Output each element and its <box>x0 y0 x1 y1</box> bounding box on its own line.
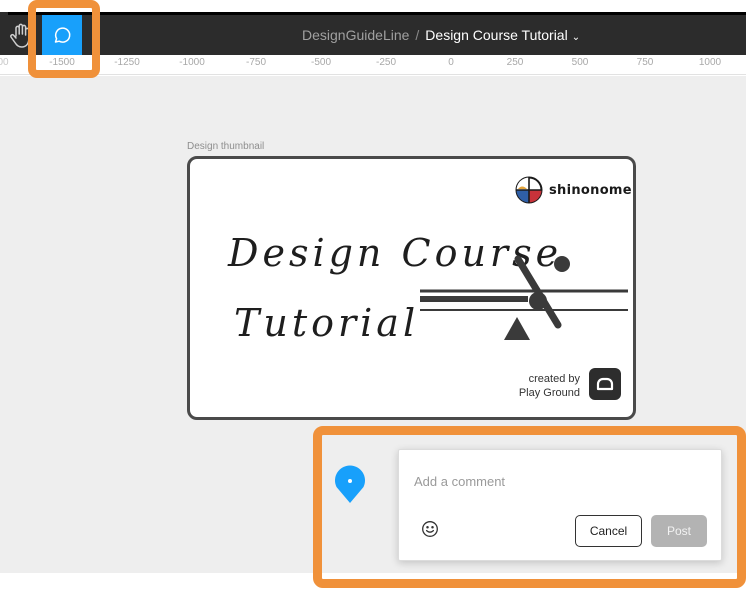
post-button[interactable]: Post <box>651 515 707 547</box>
shinonome-logo-icon <box>515 176 543 204</box>
ruler-tick: -1000 <box>179 57 205 68</box>
window-top-strip <box>0 0 746 12</box>
ruler-tick: -1250 <box>114 57 140 68</box>
top-toolbar: DesignGuideLine / Design Course Tutorial ⌄ <box>0 0 746 55</box>
ruler-tick: 750 <box>636 57 654 68</box>
headline-line-2: Tutorial <box>234 301 420 345</box>
comment-composer: Cancel Post <box>398 449 722 561</box>
comment-input[interactable] <box>414 474 694 489</box>
credit-line-1: created by <box>528 373 580 385</box>
highlight-comment-tool <box>28 0 100 78</box>
horizontal-ruler: 00 -1500 -1250 -1000 -750 -500 -250 0 25… <box>0 55 746 75</box>
ruler-tick: 500 <box>571 57 589 68</box>
ruler-tick-partial: 00 <box>0 57 9 68</box>
credit-text: created by Play Ground <box>494 372 580 400</box>
chevron-down-icon[interactable]: ⌄ <box>572 32 580 43</box>
play-ground-logo-icon <box>589 368 621 400</box>
ruler-tick: 0 <box>448 57 454 68</box>
credit-line-2: Play Ground <box>518 387 580 399</box>
comment-pin-icon[interactable] <box>333 463 367 505</box>
ruler-tick: 250 <box>506 57 524 68</box>
brand-logo: shinonome <box>515 176 632 204</box>
cancel-button[interactable]: Cancel <box>575 515 642 547</box>
ruler-tick: -500 <box>310 57 332 68</box>
brand-name: shinonome <box>549 182 632 198</box>
frame-label[interactable]: Design thumbnail <box>187 141 264 152</box>
toolbar-border <box>8 12 746 15</box>
ruler-tick: -250 <box>375 57 397 68</box>
ruler-tick: -750 <box>245 57 267 68</box>
project-name[interactable]: DesignGuideLine <box>302 27 409 43</box>
file-title[interactable]: DesignGuideLine / Design Course Tutorial ⌄ <box>302 27 580 43</box>
design-thumbnail-frame[interactable]: shinonome Design Course Tutorial created… <box>187 156 636 420</box>
breadcrumb-separator: / <box>415 27 420 43</box>
smiley-icon[interactable] <box>421 520 439 538</box>
ruler-tick: 1000 <box>698 57 722 68</box>
file-name[interactable]: Design Course Tutorial <box>425 27 567 43</box>
seesaw-illustration <box>420 255 628 340</box>
